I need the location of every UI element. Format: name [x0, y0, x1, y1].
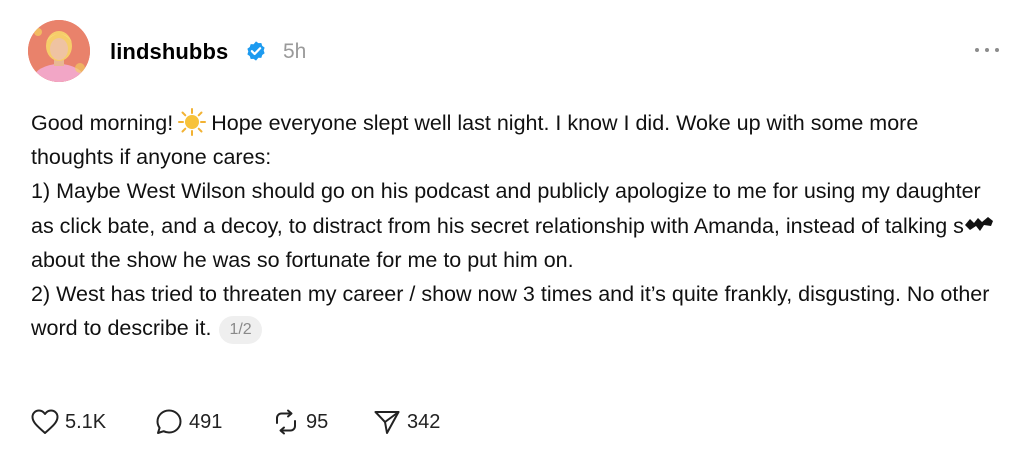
- censor-scribble-icon: [964, 208, 994, 231]
- post-text-point-1-end: about the show he was so fortunate for m…: [31, 248, 574, 272]
- avatar[interactable]: [28, 20, 90, 82]
- reply-count: 491: [189, 410, 223, 433]
- post-timestamp: 5h: [283, 40, 307, 63]
- post-body: Good morning! Hope everyone slept well l…: [31, 106, 1001, 345]
- post-text-point-2: 2) West has tried to threaten my career …: [31, 282, 990, 340]
- sun-emoji-icon: [177, 108, 207, 136]
- like-count: 5.1K: [65, 410, 107, 433]
- reply-button[interactable]: 491: [155, 405, 222, 439]
- verified-badge-icon: [245, 40, 267, 62]
- comment-bubble-icon: [155, 408, 183, 436]
- post-actions: 5.1K 491 95 342: [31, 405, 631, 439]
- post-text-point-1-start: 1) Maybe West Wilson should go on his po…: [31, 179, 981, 238]
- thread-post: lindshubbs 5h Good morning! Hope everyon…: [0, 0, 1024, 449]
- post-paragraph-point-1: 1) Maybe West Wilson should go on his po…: [31, 174, 1001, 277]
- post-text-greeting: Good morning!: [31, 111, 174, 135]
- repost-button[interactable]: 95: [272, 405, 328, 439]
- repost-icon: [272, 408, 300, 436]
- post-header: lindshubbs 5h: [28, 20, 1008, 82]
- share-button[interactable]: 342: [373, 405, 440, 439]
- send-icon: [373, 408, 401, 436]
- repost-count: 95: [306, 410, 329, 433]
- more-options-icon[interactable]: [972, 44, 1002, 56]
- share-count: 342: [407, 410, 441, 433]
- post-paragraph-point-2: 2) West has tried to threaten my career …: [31, 277, 1001, 345]
- username[interactable]: lindshubbs: [110, 39, 228, 65]
- like-button[interactable]: 5.1K: [31, 405, 106, 439]
- post-paragraph-intro: Good morning! Hope everyone slept well l…: [31, 106, 1001, 174]
- thread-page-indicator: 1/2: [219, 316, 262, 344]
- heart-icon: [31, 409, 59, 435]
